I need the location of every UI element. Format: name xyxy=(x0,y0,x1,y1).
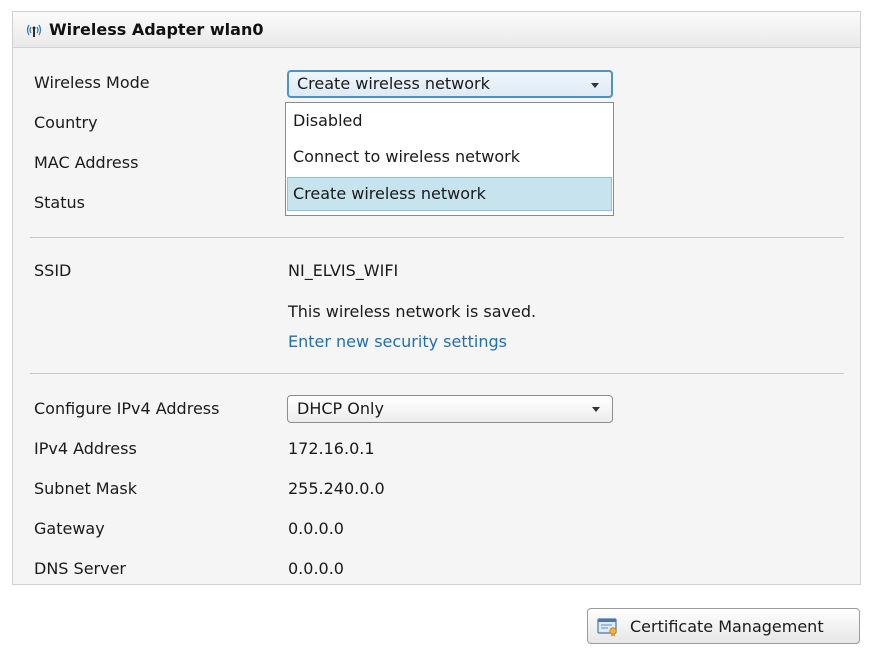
wireless-adapter-panel: Wireless Adapter wlan0 Wireless Mode Cou… xyxy=(12,11,861,585)
wireless-signal-icon xyxy=(26,24,42,37)
panel-title: Wireless Adapter wlan0 xyxy=(49,20,264,39)
certificate-management-label: Certificate Management xyxy=(630,617,824,636)
dns-server-label: DNS Server xyxy=(34,559,126,578)
ssid-label: SSID xyxy=(34,261,72,280)
configure-ipv4-label: Configure IPv4 Address xyxy=(34,399,220,418)
wireless-mode-dropdown: Disabled Connect to wireless network Cre… xyxy=(285,102,614,216)
separator xyxy=(30,237,844,238)
ipv4-address-value: 172.16.0.1 xyxy=(288,439,375,458)
gateway-value: 0.0.0.0 xyxy=(288,519,344,538)
gateway-label: Gateway xyxy=(34,519,105,538)
ipv4-address-label: IPv4 Address xyxy=(34,439,137,458)
status-label: Status xyxy=(34,193,85,212)
wireless-mode-option-disabled[interactable]: Disabled xyxy=(287,104,612,138)
subnet-mask-label: Subnet Mask xyxy=(34,479,138,498)
dns-server-value: 0.0.0.0 xyxy=(288,559,344,578)
subnet-mask-value: 255.240.0.0 xyxy=(288,479,385,498)
network-saved-note: This wireless network is saved. xyxy=(288,302,537,321)
enter-security-settings-link[interactable]: Enter new security settings xyxy=(288,332,507,351)
wireless-mode-label: Wireless Mode xyxy=(34,73,150,92)
separator xyxy=(30,373,844,374)
country-label: Country xyxy=(34,113,98,132)
chevron-down-icon xyxy=(591,83,599,88)
mac-address-label: MAC Address xyxy=(34,153,139,172)
ssid-value: NI_ELVIS_WIFI xyxy=(288,261,399,280)
wireless-mode-option-connect[interactable]: Connect to wireless network xyxy=(287,140,612,174)
wireless-mode-select[interactable]: Create wireless network xyxy=(287,70,613,98)
chevron-down-icon xyxy=(592,407,600,412)
certificate-icon xyxy=(597,618,617,637)
configure-ipv4-select[interactable]: DHCP Only xyxy=(287,395,613,423)
panel-header: Wireless Adapter wlan0 xyxy=(13,12,860,48)
wireless-mode-selected: Create wireless network xyxy=(297,74,490,93)
configure-ipv4-selected: DHCP Only xyxy=(297,399,384,418)
wireless-mode-option-create[interactable]: Create wireless network xyxy=(287,177,612,211)
certificate-management-button[interactable]: Certificate Management xyxy=(587,608,860,644)
